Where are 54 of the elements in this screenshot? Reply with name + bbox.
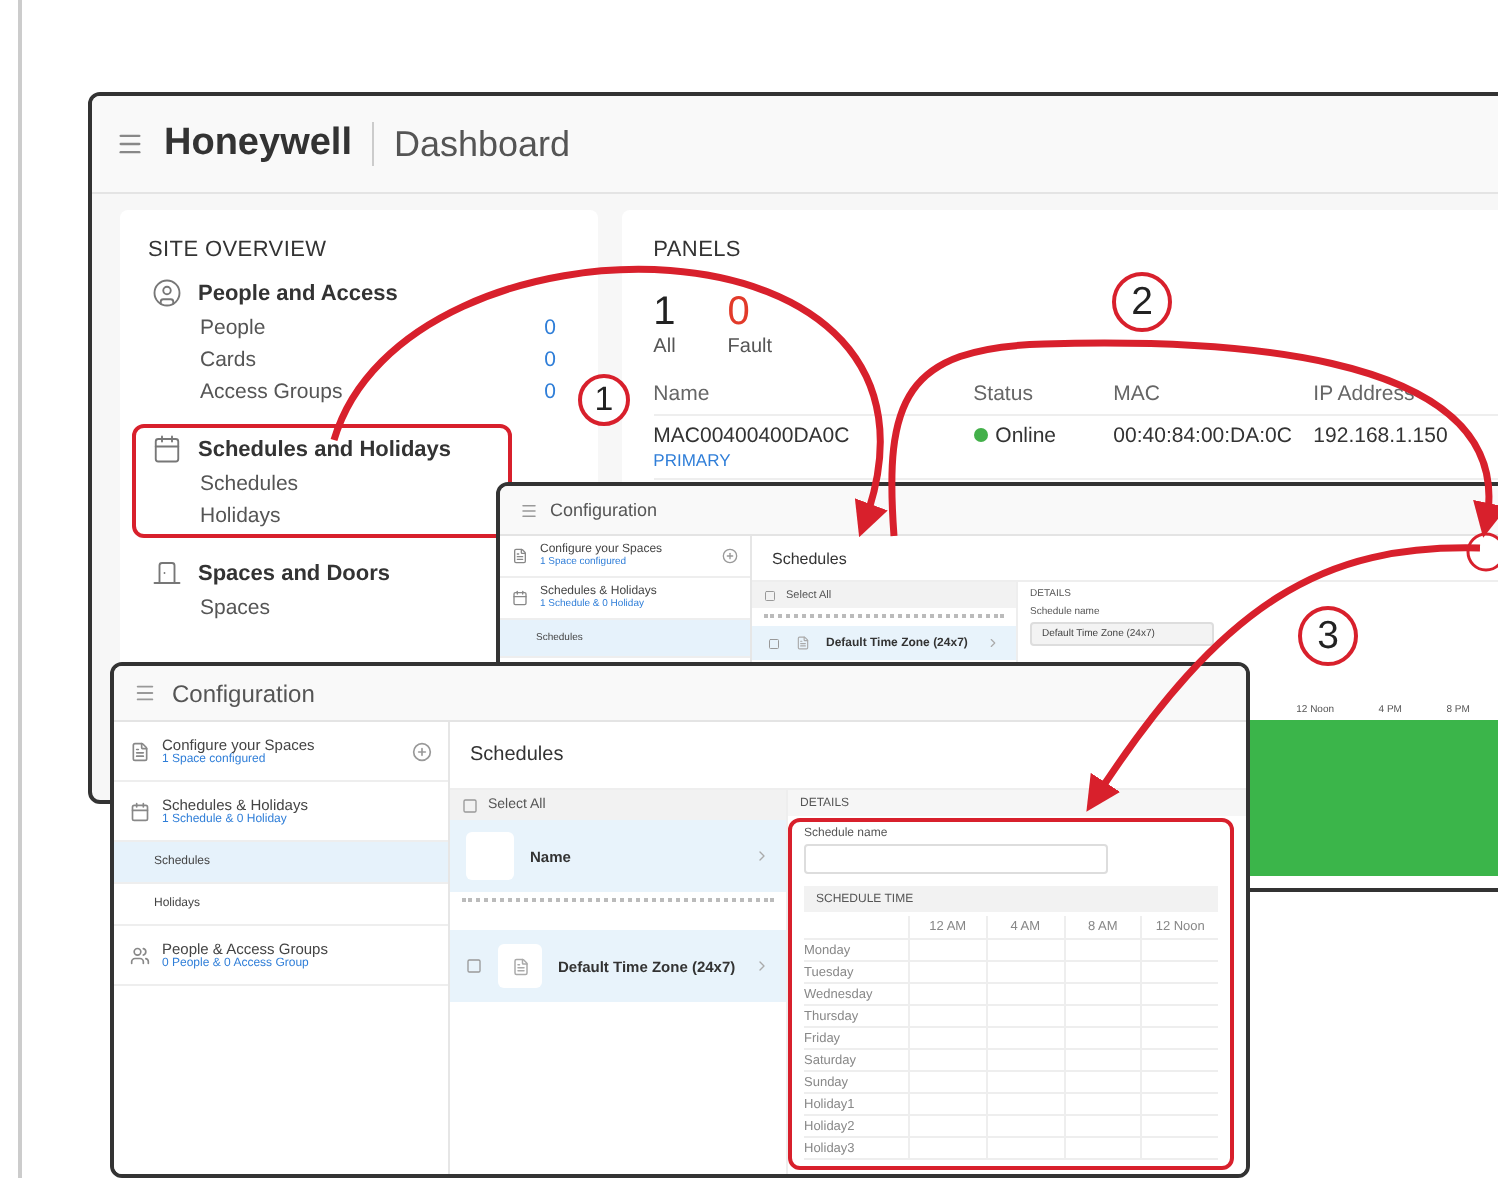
status-cell: Online bbox=[973, 424, 1114, 448]
chevron-right-icon[interactable] bbox=[754, 958, 770, 974]
chevron-right-icon[interactable] bbox=[986, 636, 1000, 650]
column-header: MAC bbox=[1113, 382, 1163, 406]
section-heading: PANELS bbox=[653, 238, 743, 262]
primary-tag: PRIMARY bbox=[653, 450, 974, 470]
column-header: IP Address bbox=[1313, 382, 1417, 406]
document-icon bbox=[796, 636, 810, 650]
checkbox[interactable] bbox=[462, 797, 478, 813]
brand-logo: Honeywell bbox=[164, 122, 374, 166]
add-icon[interactable] bbox=[722, 548, 738, 564]
menu-icon[interactable] bbox=[116, 130, 144, 158]
overview-item[interactable]: People 0 bbox=[152, 316, 556, 340]
group-title: People and Access bbox=[198, 281, 398, 305]
people-icon bbox=[130, 945, 150, 965]
group-title: Schedules and Holidays bbox=[198, 437, 452, 461]
door-icon bbox=[152, 558, 182, 588]
section-heading: SITE OVERVIEW bbox=[148, 238, 329, 262]
document-icon bbox=[512, 548, 528, 564]
stat-value: 1 bbox=[653, 290, 676, 336]
menu-icon[interactable] bbox=[520, 501, 538, 519]
checkbox[interactable] bbox=[768, 637, 780, 649]
window-title: Configuration bbox=[172, 679, 315, 707]
section-title: Schedules bbox=[772, 549, 847, 567]
document-icon bbox=[511, 957, 529, 975]
checkbox[interactable] bbox=[466, 958, 482, 974]
add-icon[interactable] bbox=[412, 741, 432, 761]
calendar-icon bbox=[512, 590, 528, 606]
overview-item[interactable]: Schedules bbox=[152, 472, 472, 496]
group-title: Spaces and Doors bbox=[198, 561, 390, 585]
overview-item[interactable]: Spaces bbox=[152, 596, 472, 620]
page-title: Dashboard bbox=[393, 123, 571, 165]
highlight-ring bbox=[1466, 532, 1498, 572]
window-title: Configuration bbox=[550, 500, 658, 520]
menu-icon[interactable] bbox=[134, 682, 156, 704]
calendar-icon bbox=[152, 434, 182, 464]
person-icon bbox=[152, 278, 182, 308]
overview-item[interactable]: Cards 0 bbox=[152, 348, 556, 372]
section-title: Schedules bbox=[470, 744, 564, 766]
checkbox[interactable] bbox=[764, 589, 776, 601]
overview-item[interactable]: Access Groups 0 bbox=[152, 380, 556, 404]
column-header: Name bbox=[653, 382, 712, 406]
stat-label: All bbox=[653, 336, 676, 358]
document-icon bbox=[130, 741, 150, 761]
stat-label: Fault bbox=[727, 336, 773, 358]
column-header: Status bbox=[973, 382, 1035, 406]
table-cell-text: 00:40:84:00:DA:0C bbox=[1113, 424, 1294, 448]
table-cell-text: MAC00400400DA0C bbox=[653, 424, 852, 448]
table-cell-text: 192.168.1.150 bbox=[1313, 424, 1450, 448]
schedule-name-field[interactable] bbox=[804, 844, 1108, 874]
overview-item[interactable]: Holidays bbox=[152, 504, 472, 528]
chevron-right-icon[interactable] bbox=[754, 848, 770, 864]
calendar-icon bbox=[130, 801, 150, 821]
stat-value: 0 bbox=[727, 290, 752, 336]
